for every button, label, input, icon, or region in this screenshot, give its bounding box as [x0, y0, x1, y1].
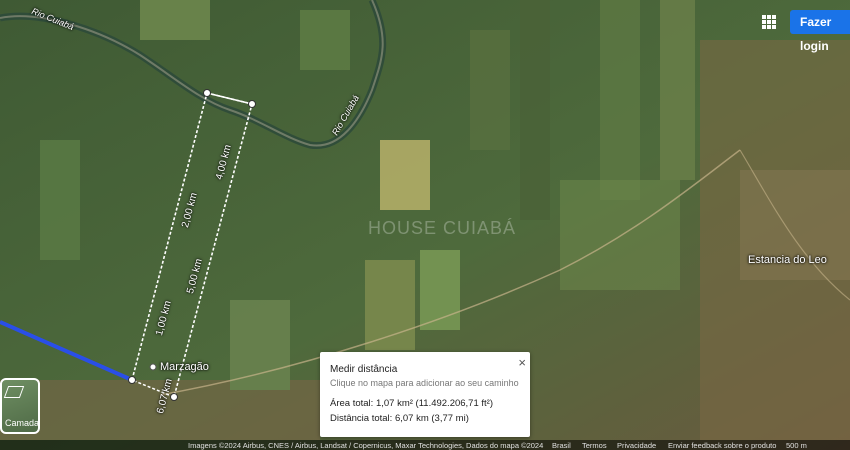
measure-vertex[interactable]	[248, 100, 256, 108]
place-label-estancia[interactable]: Estancia do Leo	[748, 254, 827, 266]
layers-button[interactable]: Camadas	[0, 378, 40, 434]
terms-link[interactable]: Termos	[582, 441, 607, 450]
privacy-link[interactable]: Privacidade	[617, 441, 656, 450]
login-button[interactable]: Fazer login	[790, 10, 850, 53]
imagery-attribution: Imagens ©2024 Airbus, CNES / Airbus, Lan…	[188, 441, 544, 450]
feedback-link[interactable]: Enviar feedback sobre o produto	[668, 441, 776, 450]
map-footer: Imagens ©2024 Airbus, CNES / Airbus, Lan…	[0, 440, 850, 450]
panel-title: Medir distância	[330, 364, 398, 375]
layers-icon	[3, 386, 25, 398]
scale-label: 500 m	[786, 441, 807, 450]
panel-hint: Clique no mapa para adicionar ao seu cam…	[330, 378, 519, 388]
place-marker[interactable]	[149, 363, 157, 371]
measure-vertex[interactable]	[170, 393, 178, 401]
watermark: HOUSE CUIABÁ	[368, 218, 517, 238]
close-icon[interactable]: ×	[518, 355, 526, 370]
total-distance: Distância total: 6,07 km (3,77 mi)	[330, 413, 469, 424]
apps-grid-icon[interactable]	[762, 15, 776, 29]
measure-vertex[interactable]	[203, 89, 211, 97]
layers-label: Camadas	[5, 418, 40, 428]
country-label: Brasil	[552, 441, 571, 450]
total-area: Área total: 1,07 km² (11.492.206,71 ft²)	[330, 398, 493, 409]
measure-distance-panel: Medir distância × Clique no mapa para ad…	[320, 352, 530, 437]
place-label-marzagao[interactable]: Marzagão	[160, 361, 209, 373]
measure-vertex[interactable]	[128, 376, 136, 384]
